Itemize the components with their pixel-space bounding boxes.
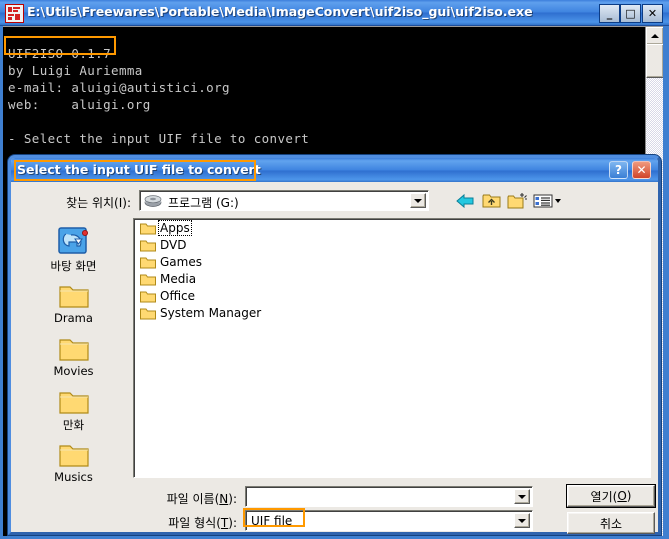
minimize-icon: _ [606,7,613,20]
chevron-up-icon [651,34,659,38]
folder-icon [140,257,156,268]
up-folder-icon[interactable] [480,190,502,211]
filetype-dropdown-button[interactable] [514,513,530,528]
filename-dropdown-button[interactable] [514,489,530,504]
filetype-combobox[interactable]: UIF file [245,510,533,531]
scroll-up-button[interactable] [646,27,663,45]
file-name: System Manager [160,306,262,320]
place-item-manhwa[interactable]: 만화 [21,383,126,435]
list-item[interactable]: Office [134,288,650,304]
lookin-dropdown-button[interactable] [410,193,426,208]
filetype-label-suffix: ): [228,516,237,530]
filename-label-suffix: ): [228,492,237,506]
places-bar: 바탕 화면 Drama Movies 만화 Musics [21,224,126,489]
filetype-label: 파일 형식(T): [133,514,237,531]
filename-input[interactable] [245,486,533,507]
dialog-title: Select the input UIF file to convert [17,162,261,177]
open-button[interactable]: 열기(O) [566,484,656,508]
filetype-label-prefix: 파일 형식( [168,516,221,530]
views-icon[interactable] [532,190,564,211]
filename-label-prefix: 파일 이름( [166,492,220,506]
folder-icon [21,277,126,310]
file-list[interactable]: Apps DVD Games Media Office System Manag… [133,218,651,478]
cancel-button-label: 취소 [599,516,623,531]
place-label: Movies [53,364,94,378]
place-item-desktop[interactable]: 바탕 화면 [21,224,126,276]
lookin-value: 프로그램 (G:) [168,196,239,210]
place-label: Musics [54,470,93,484]
app-icon [5,4,24,23]
chevron-down-icon [414,198,422,203]
folder-icon [21,436,126,469]
desktop-icon [21,224,126,257]
folder-icon [140,308,156,319]
place-label: 만화 [62,418,85,432]
dialog-titlebar[interactable]: Select the input UIF file to convert ? ✕ [11,158,658,182]
chevron-down-icon [518,494,526,499]
filename-label: 파일 이름(N): [133,490,237,507]
back-icon[interactable] [454,190,476,211]
folder-icon [21,330,126,363]
list-item[interactable]: Apps [134,220,650,236]
file-name: Apps [158,220,192,236]
folder-icon [140,240,156,251]
open-button-suffix: ) [626,489,632,503]
list-item[interactable]: Media [134,271,650,287]
scrollbar-thumb[interactable] [646,44,663,78]
file-name: DVD [160,238,187,252]
maximize-button[interactable]: □ [620,4,641,23]
console-output-text: UIF2ISO 0.1.7 by Luigi Auriemma e-mail: … [8,45,310,146]
cancel-button[interactable]: 취소 [567,512,655,534]
help-button[interactable]: ? [609,161,628,179]
open-button-prefix: 열기( [590,489,618,504]
help-icon: ? [615,163,622,177]
close-button[interactable]: ✕ [642,4,663,23]
lookin-label: 찾는 위치(I): [66,196,131,210]
list-item[interactable]: DVD [134,237,650,253]
console-titlebar[interactable]: E:\Utils\Freewares\Portable\Media\ImageC… [0,0,669,26]
place-label: 바탕 화면 [50,259,97,273]
new-folder-icon[interactable] [506,190,528,211]
place-item-musics[interactable]: Musics [21,436,126,488]
file-name: Media [160,272,197,286]
list-item[interactable]: System Manager [134,305,650,321]
place-item-movies[interactable]: Movies [21,330,126,382]
open-file-dialog: Select the input UIF file to convert ? ✕… [8,155,661,535]
list-item[interactable]: Games [134,254,650,270]
dialog-body: 찾는 위치(I): 프로그램 (G:) 바탕 화면 Drama Movies 만… [11,182,658,534]
place-label: Drama [54,311,93,325]
open-button-accel: O [617,489,627,503]
minimize-button[interactable]: _ [599,4,620,23]
place-item-drama[interactable]: Drama [21,277,126,329]
folder-icon [140,274,156,285]
dialog-close-button[interactable]: ✕ [632,161,651,179]
drive-icon [144,195,162,207]
filetype-value: UIF file [251,514,293,528]
file-name: Office [160,289,196,303]
file-name: Games [160,255,202,269]
maximize-icon: □ [625,7,636,20]
folder-icon [21,383,126,416]
lookin-combobox[interactable]: 프로그램 (G:) [139,190,429,211]
window-title: E:\Utils\Freewares\Portable\Media\ImageC… [27,4,533,19]
folder-icon [140,291,156,302]
close-icon: ✕ [647,7,658,20]
chevron-down-icon [518,518,526,523]
filename-label-accel: N [219,492,229,506]
close-icon: ✕ [636,163,647,177]
folder-icon [140,223,156,234]
